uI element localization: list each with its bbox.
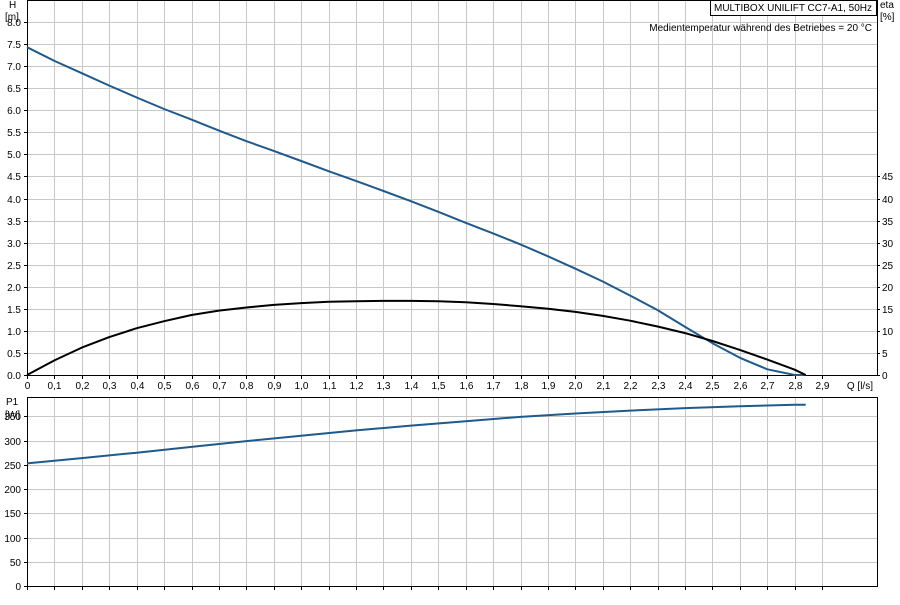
x-tick-label: 1,2 [350,381,364,392]
x-tick-label: 0,1 [48,381,62,392]
x-tick-label: 1,3 [377,381,391,392]
x-tick-label: 0,8 [240,381,254,392]
x-tick-label: 1,6 [460,381,474,392]
y-left-tick-label: 6.0 [7,106,21,117]
efficiency-curve [26,299,807,376]
x-tick-label: 0 [25,381,31,392]
x-tick-label: 2,5 [706,381,720,392]
p1-tick-label: 100 [4,534,21,545]
chart-svg: 0 0,1 0,2 0,3 0,4 0,5 0,6 0,7 0,8 0,9 1,0 1,1 1,2 1,3… [4,0,895,593]
y-right-tick-label: 10 [882,327,894,338]
y-right-tick-label: 30 [882,239,894,250]
x-tick-label: 1,7 [487,381,501,392]
y-right-axis-unit: [%] [880,12,895,23]
y-right-tick-label: 15 [882,305,894,316]
x-tick-label: 1,5 [432,381,446,392]
x-tick-label: 1,0 [295,381,309,392]
y-right-tick-label: 5 [882,349,888,360]
p1-tick-label: 250 [4,461,21,472]
y-right-axis-title: eta [880,0,894,11]
x-tick-label: 2,4 [679,381,693,392]
y-left-tick-label: 7.0 [7,62,21,73]
y-left-axis-unit: [m] [5,12,19,23]
x-tick-label: 2,6 [734,381,748,392]
y-left-tick-label: 5.0 [7,150,21,161]
x-tick-label: 2,8 [789,381,803,392]
y-left-tick-label: 0.5 [7,349,21,360]
chart-title: MULTIBOX UNILIFT CC7-A1, 50Hz [714,3,872,14]
y-right-tick-label: 25 [882,261,894,272]
x-tick-label: 0,2 [76,381,90,392]
x-tick-label: 0,9 [268,381,282,392]
p1-axis-unit: [W] [5,410,20,421]
x-tick-label: 2,1 [597,381,611,392]
y-left-tick-label: 3.0 [7,239,21,250]
y-right-tick-label: 35 [882,217,894,228]
y-right-tick-label: 20 [882,283,894,294]
x-tick-label: 2,7 [761,381,775,392]
p1-tick-label: 200 [4,485,21,496]
p1-tick-label: 50 [10,558,22,569]
y-left-tick-label: 2.5 [7,261,21,272]
chart-subtitle: Medientemperatur während des Betriebes =… [649,23,872,34]
y-left-tick-label: 4.5 [7,172,21,183]
y-left-tick-label: 1.5 [7,305,21,316]
y-right-tick-label: 40 [882,195,894,206]
y-left-tick-label: 5.5 [7,128,21,139]
x-tick-label: 2,9 [816,381,830,392]
y-left-tick-label: 6.5 [7,84,21,95]
y-left-tick-label: 3.5 [7,217,21,228]
pump-curve-chart: 0 0,1 0,2 0,3 0,4 0,5 0,6 0,7 0,8 0,9 1,0 1,1 1,2 1,3… [0,0,900,600]
p1-tick-label: 150 [4,509,21,520]
y-left-axis-title: H [9,0,16,11]
y-left-tick-label: 1.0 [7,327,21,338]
x-tick-label: 2,0 [569,381,583,392]
y-left-tick-label: 0.0 [7,371,21,382]
y-left-tick-label: 7.5 [7,40,21,51]
y-right-tick-label: 45 [882,172,894,183]
y-right-tick-label: 0 [882,371,888,382]
x-tick-label: 1,9 [542,381,556,392]
p1-axis-title: P1 [6,397,19,408]
x-tick-label: 0,5 [158,381,172,392]
x-tick-label: 1,1 [323,381,337,392]
x-tick-label: 2,2 [624,381,638,392]
x-tick-label: 1,4 [405,381,419,392]
top-panel-frame [27,0,878,376]
x-tick-label: 0,3 [103,381,117,392]
y-left-tick-label: 4.0 [7,195,21,206]
x-tick-label: 0,6 [186,381,200,392]
p1-tick-label: 0 [15,582,21,593]
x-tick-label: 1,8 [515,381,529,392]
x-tick-label: 2,3 [652,381,666,392]
p1-tick-label: 300 [4,437,21,448]
power-curve [26,403,806,465]
x-tick-label: 0,7 [213,381,227,392]
bottom-panel-frame [27,397,878,587]
y-left-tick-label: 2.0 [7,283,21,294]
x-tick-label: 0,4 [131,381,145,392]
x-axis-title: Q [l/s] [847,381,873,392]
